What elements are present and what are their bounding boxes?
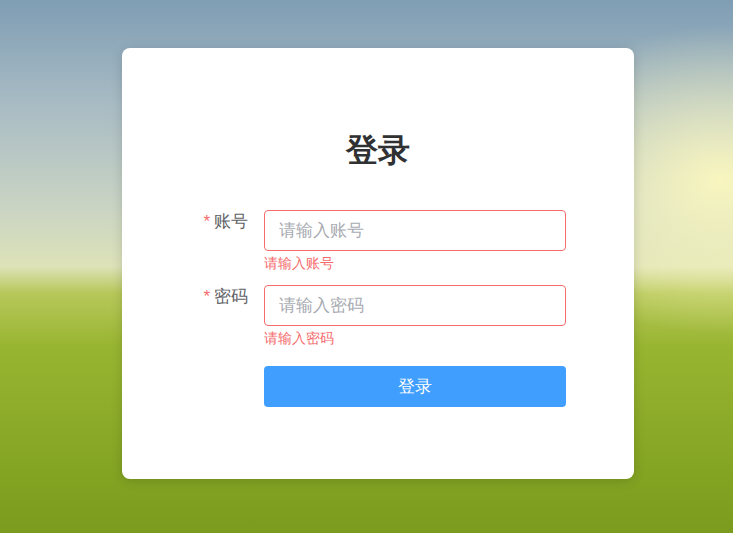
error-message: 请输入账号 — [264, 253, 566, 273]
login-title: 登录 — [122, 128, 634, 172]
required-mark: * — [203, 287, 210, 306]
field-label: *密码 — [122, 285, 264, 309]
login-page: 登录*账号请输入账号*密码请输入密码登录 — [0, 0, 733, 533]
label-text: 账号 — [214, 212, 248, 231]
field-control: 请输入密码 — [264, 285, 566, 348]
login-button[interactable]: 登录 — [264, 366, 566, 407]
error-message: 请输入密码 — [264, 328, 566, 348]
required-mark: * — [203, 212, 210, 231]
button-row: 登录 — [122, 366, 634, 407]
text-input[interactable] — [264, 210, 566, 251]
field-control: 请输入账号 — [264, 210, 566, 273]
form-item: *密码请输入密码 — [122, 285, 634, 348]
form-item: *账号请输入账号 — [122, 210, 634, 273]
login-card: 登录*账号请输入账号*密码请输入密码登录 — [122, 48, 634, 479]
field-label: *账号 — [122, 210, 264, 234]
label-text: 密码 — [214, 287, 248, 306]
login-form: *账号请输入账号*密码请输入密码登录 — [122, 210, 634, 407]
text-input[interactable] — [264, 285, 566, 326]
